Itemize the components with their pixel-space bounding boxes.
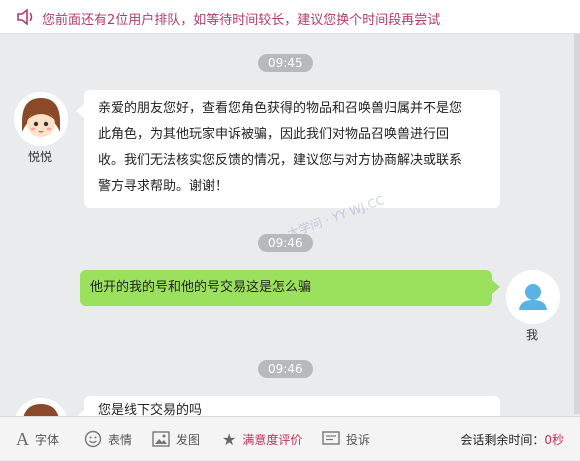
rating-label: 满意度评价 — [242, 432, 303, 447]
complaint-button[interactable]: 投诉 — [322, 417, 370, 461]
speaker-icon — [17, 8, 33, 26]
font-button[interactable]: A 字体 — [16, 417, 59, 461]
avatar-agent — [14, 92, 68, 146]
rating-button[interactable]: ★ 满意度评价 — [222, 417, 302, 461]
timestamp: 09:45 — [258, 54, 313, 72]
complaint-icon — [322, 431, 340, 445]
countdown-value: 0秒 — [544, 433, 564, 447]
send-image-button[interactable]: 发图 — [152, 417, 200, 461]
chat-toolbar: A 字体 表情 发图 ★ 满意度评价 投诉 会话剩余时间：0秒 — [0, 416, 580, 460]
user-avatar-icon — [506, 270, 560, 324]
timestamp: 09:46 — [258, 234, 313, 252]
font-icon: A — [16, 428, 29, 449]
star-icon: ★ — [222, 429, 237, 449]
message-bubble-agent: 亲爱的朋友您好，查看您角色获得的物品和召唤兽归属并不是您 此角色，为其他玩家申诉… — [76, 90, 500, 208]
timestamp: 09:46 — [258, 360, 313, 378]
sender-name: 悦悦 — [28, 150, 53, 164]
message-line: 警方寻求帮助。谢谢！ — [98, 179, 229, 194]
smiley-icon — [84, 430, 102, 448]
message-bubble-user: 他开的我的号和他的号交易这是怎么骗 — [80, 270, 500, 306]
countdown-label: 会话剩余时间： — [460, 433, 545, 447]
image-icon — [152, 431, 170, 447]
sender-name: 我 — [526, 328, 539, 342]
avatar-user — [506, 270, 560, 324]
image-label: 发图 — [176, 432, 201, 447]
emoji-button[interactable]: 表情 — [84, 417, 132, 461]
message-line: 此角色，为其他玩家申诉被骗，因此我们对物品召唤兽进行回 — [98, 127, 450, 142]
scrollbar-track[interactable] — [574, 34, 580, 414]
message-text: 他开的我的号和他的号交易这是怎么骗 — [90, 280, 312, 295]
complaint-label: 投诉 — [346, 432, 371, 447]
font-label: 字体 — [35, 432, 60, 447]
message-line: 亲爱的朋友您好，查看您角色获得的物品和召唤兽归属并不是您 — [98, 101, 463, 116]
emoji-label: 表情 — [108, 432, 133, 447]
session-countdown: 会话剩余时间：0秒 — [460, 431, 564, 448]
queue-notice-bar: 您前面还有2位用户排队，如等待时间较长，建议您换个时间段再尝试 — [0, 0, 580, 34]
queue-notice-text: 您前面还有2位用户排队，如等待时间较长，建议您换个时间段再尝试 — [42, 13, 441, 28]
agent-avatar-icon — [14, 92, 68, 146]
message-line: 收。我们无法核实您反馈的情况，建议您与对方协商解决或联系 — [98, 153, 463, 168]
